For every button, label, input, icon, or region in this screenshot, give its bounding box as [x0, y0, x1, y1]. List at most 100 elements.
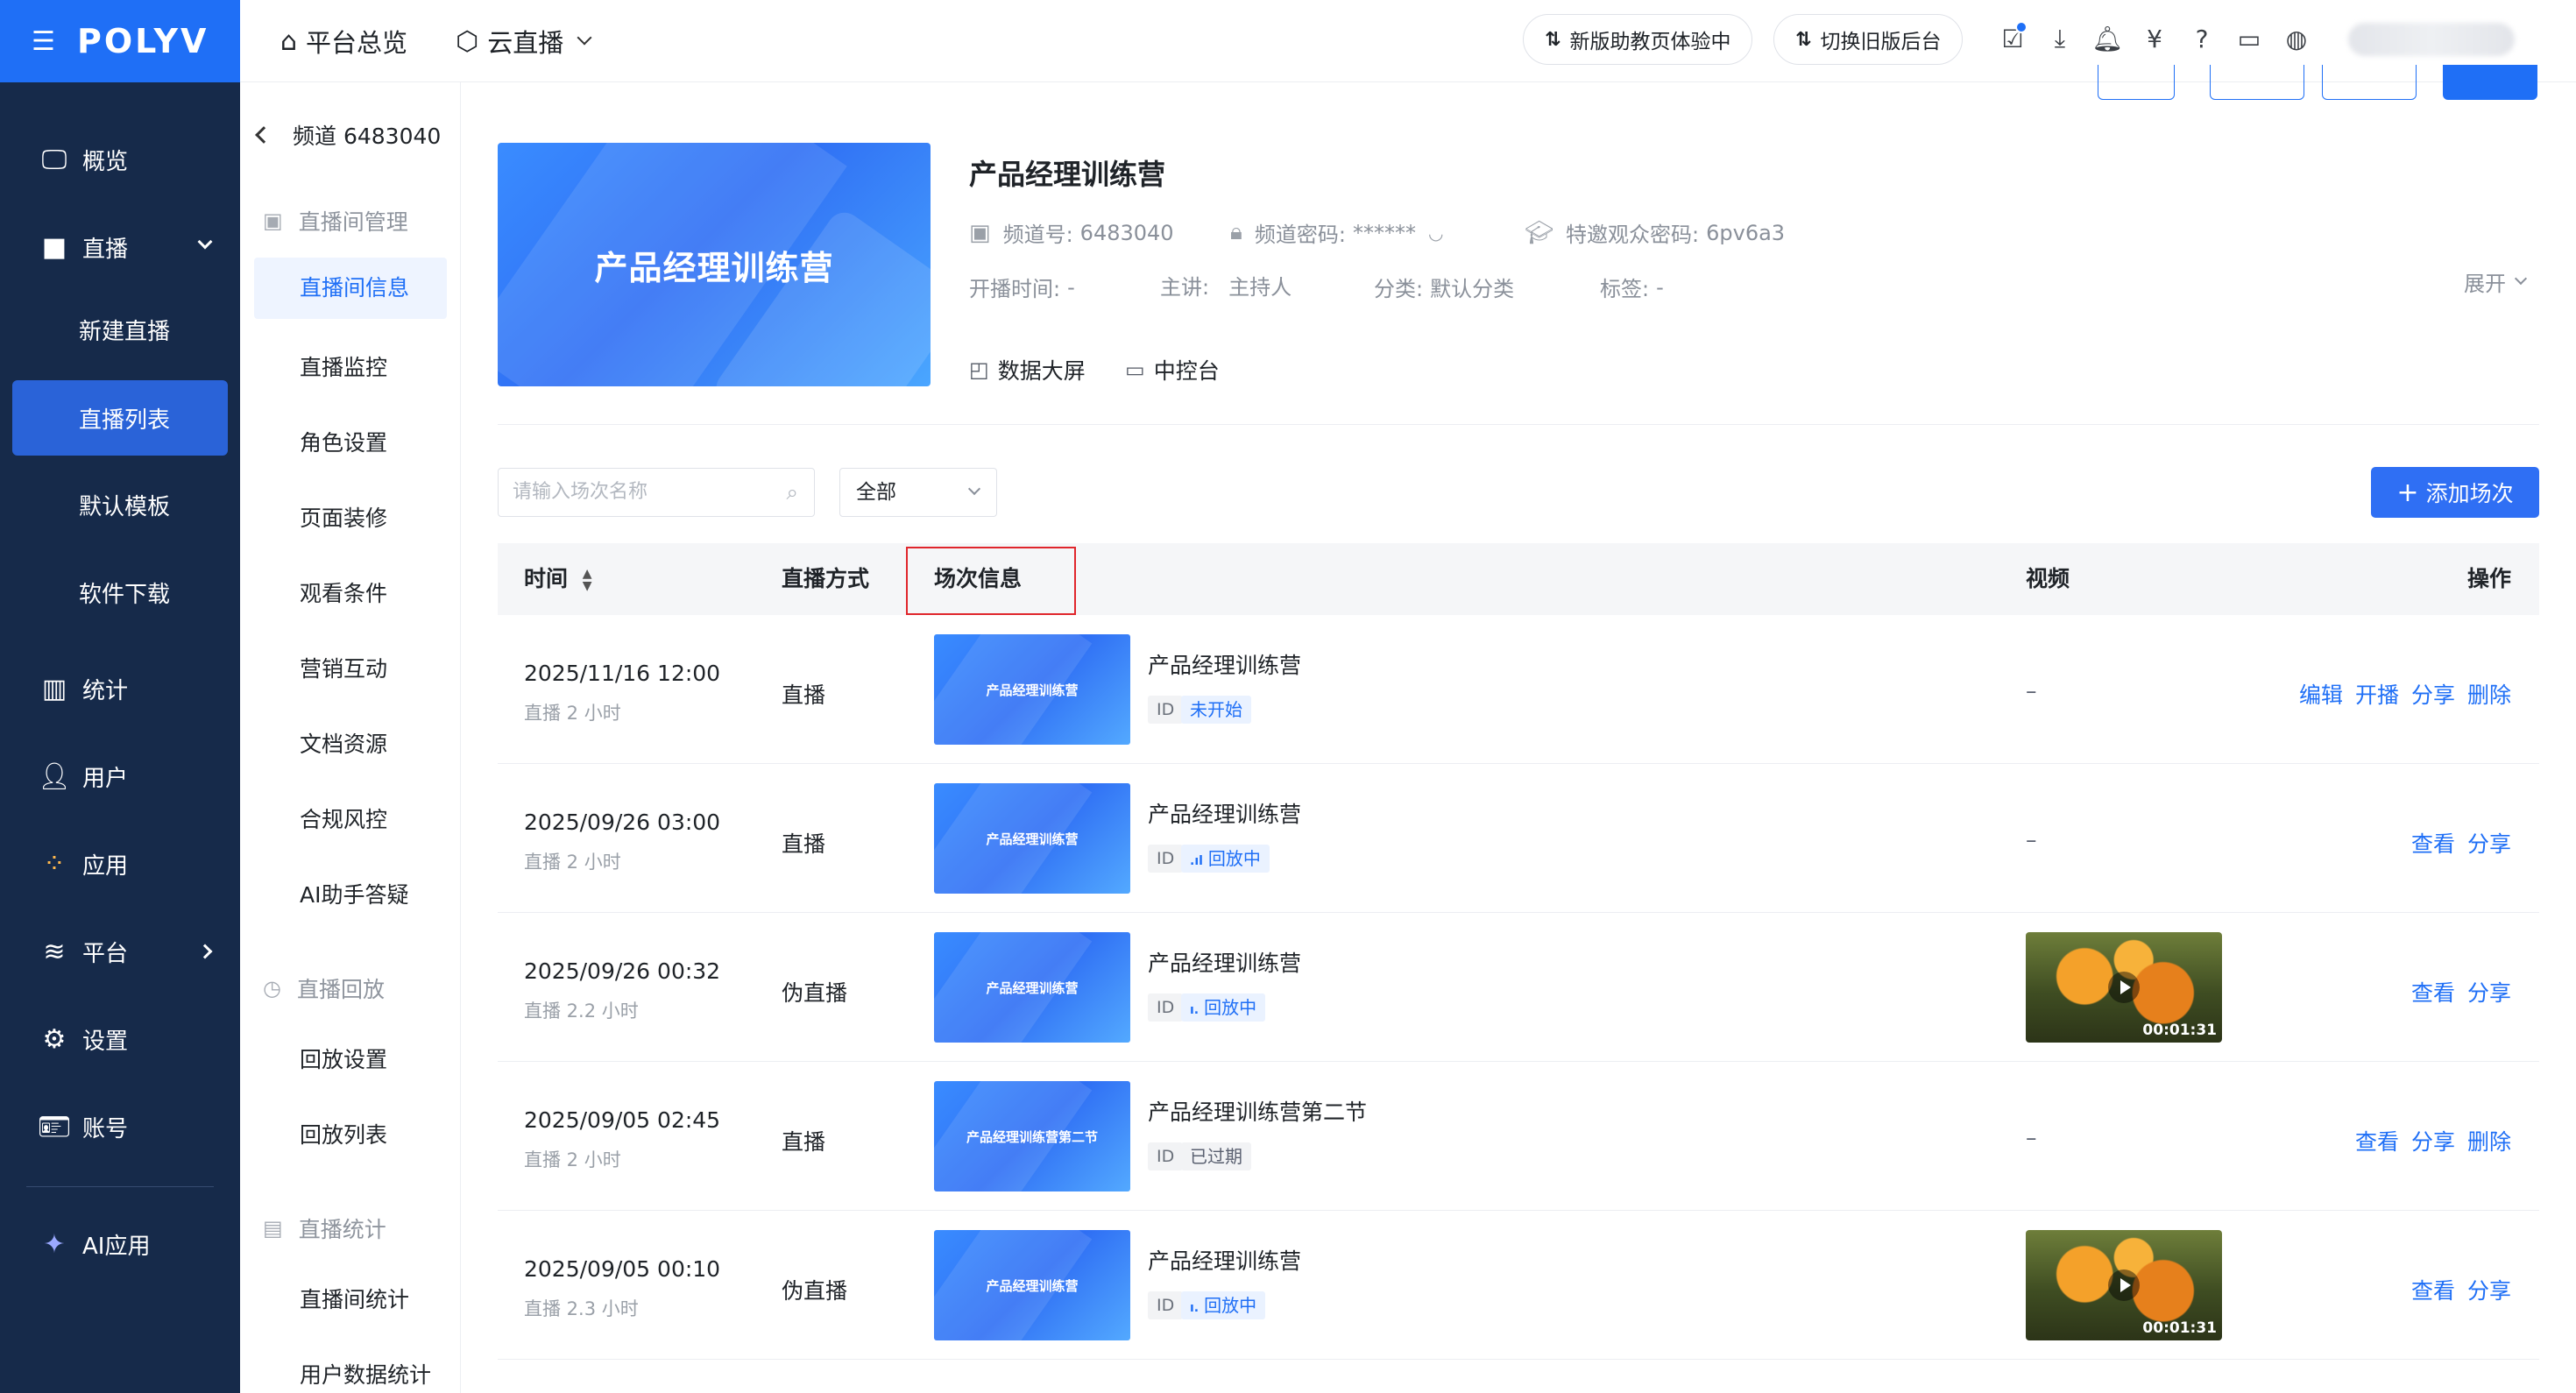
subnav-item-page-decoration[interactable]: 页面装修	[300, 501, 387, 533]
subnav-item-replay-settings[interactable]: 回放设置	[300, 1043, 387, 1074]
globe-icon[interactable]: ◍	[2273, 21, 2320, 56]
dashboard-icon: ◰	[969, 357, 989, 382]
action-link[interactable]: 删除	[2467, 678, 2511, 710]
subnav-label: 页面装修	[300, 506, 388, 531]
subnav-item-ai-assistant[interactable]: AI助手答疑	[300, 878, 408, 909]
action-link[interactable]: 查看	[2355, 1125, 2399, 1156]
subnav-item-room-stats[interactable]: 直播间统计	[300, 1283, 409, 1314]
sidebar-item-statistics[interactable]: ▥ 统计	[0, 645, 240, 732]
meta-label: 分类:	[1374, 277, 1424, 301]
subnav-item-role-settings[interactable]: 角色设置	[300, 426, 387, 457]
search-icon: ⌕	[786, 480, 798, 505]
sidebar-item-overview[interactable]: 🖵︎ 概览	[0, 116, 240, 203]
subnav-item-live-monitor[interactable]: 直播监控	[300, 350, 387, 382]
subnav-item-live-room-info[interactable]: 直播间信息	[254, 258, 447, 319]
sort-icon[interactable]: ▲ ▼	[583, 568, 592, 592]
subnav-item-docs[interactable]: 文档资源	[300, 727, 387, 759]
data-screen-link[interactable]: ◰ 数据大屏	[969, 354, 1086, 385]
session-thumbnail[interactable]: 产品经理训练营	[934, 634, 1130, 745]
subnav-item-replay-list[interactable]: 回放列表	[300, 1118, 387, 1149]
sidebar-item-platform[interactable]: ≋ 平台	[0, 908, 240, 995]
search-placeholder: 请输入场次名称	[513, 481, 648, 503]
action-link[interactable]: 查看	[2411, 827, 2455, 859]
row-actions: 查看 分享 删除	[2355, 1125, 2511, 1156]
action-link[interactable]: 开播	[2355, 678, 2399, 710]
sidebar-item-new-live[interactable]: 新建直播	[0, 286, 240, 373]
action-link[interactable]: 分享	[2467, 976, 2511, 1008]
sidebar-item-ai-apps[interactable]: ✦ AI应用	[0, 1200, 240, 1288]
group-label: 直播间管理	[298, 209, 408, 235]
eye-closed-icon[interactable]: ◡	[1428, 223, 1443, 244]
session-thumbnail[interactable]: 产品经理训练营第二节	[934, 1081, 1130, 1191]
preview-button[interactable]	[2098, 65, 2175, 100]
session-thumbnail[interactable]: 产品经理训练营	[934, 1230, 1130, 1340]
action-link[interactable]: 编辑	[2299, 678, 2343, 710]
id-tag[interactable]: ID	[1148, 845, 1184, 873]
task-icon[interactable]: ☑	[1989, 21, 2036, 56]
control-console-link[interactable]: ▭ 中控台	[1125, 354, 1220, 385]
play-icon[interactable]	[2108, 1269, 2140, 1301]
sidebar-item-live[interactable]: ■ 直播	[0, 203, 240, 291]
sidebar-item-live-list[interactable]: 直播列表	[12, 380, 228, 456]
download-icon[interactable]: ⤓	[2036, 21, 2084, 56]
sidebar-item-settings[interactable]: ⚙ 设置	[0, 995, 240, 1083]
expand-toggle[interactable]: 展开	[2464, 266, 2528, 297]
edit-button[interactable]	[2210, 65, 2304, 100]
action-link[interactable]: 查看	[2411, 976, 2455, 1008]
action-link[interactable]: 查看	[2411, 1274, 2455, 1305]
action-link[interactable]: 分享	[2467, 827, 2511, 859]
id-tag[interactable]: ID	[1148, 993, 1184, 1022]
action-link[interactable]: 分享	[2411, 678, 2455, 710]
session-time: 2025/11/16 12:00	[524, 661, 721, 686]
id-tag[interactable]: ID	[1148, 696, 1184, 724]
column-time[interactable]: 时间 ▲ ▼	[524, 543, 592, 615]
add-session-button[interactable]: + 添加场次	[2371, 467, 2539, 518]
logo-area[interactable]: ☰ POLYV	[0, 0, 240, 82]
share-button[interactable]	[2322, 65, 2417, 100]
action-link[interactable]: 删除	[2467, 1125, 2511, 1156]
subnav-item-user-stats[interactable]: 用户数据统计	[300, 1358, 431, 1389]
action-link[interactable]: 分享	[2467, 1274, 2511, 1305]
session-thumbnail[interactable]: 产品经理训练营	[934, 783, 1130, 894]
switch-icon: ⇅	[1795, 28, 1812, 51]
bell-icon[interactable]: 🔔︎	[2084, 21, 2131, 56]
session-name: 产品经理训练营	[1148, 653, 1302, 678]
help-icon[interactable]: ?	[2178, 21, 2226, 56]
select-value: 全部	[856, 481, 896, 504]
yen-icon[interactable]: ¥	[2131, 21, 2178, 56]
session-thumbnail[interactable]: 产品经理训练营	[934, 932, 1130, 1043]
nav-cloud-live[interactable]: ⬡ 云直播	[456, 0, 592, 82]
new-assistant-button[interactable]: ⇅ 新版助教页体验中	[1523, 14, 1753, 65]
sidebar-item-users[interactable]: 👤︎ 用户	[0, 732, 240, 820]
sidebar-item-label: 默认模板	[79, 493, 171, 520]
code-icon[interactable]: ▭	[2226, 21, 2273, 56]
menu-icon[interactable]: ☰	[32, 26, 61, 57]
id-tag[interactable]: ID	[1148, 1291, 1184, 1319]
table-header: 时间 ▲ ▼ 直播方式 场次信息 视频 操作	[498, 543, 2539, 615]
user-account[interactable]	[2348, 23, 2515, 56]
channel-back-link[interactable]: 频道 6483040	[255, 119, 441, 151]
session-search-input[interactable]: 请输入场次名称 ⌕	[498, 468, 815, 517]
subnav-label: 回放设置	[300, 1047, 388, 1072]
meta-value: -	[1067, 274, 1075, 300]
chevron-right-icon	[197, 944, 213, 959]
id-tag[interactable]: ID	[1148, 1142, 1184, 1170]
status-select[interactable]: 全部	[839, 468, 997, 517]
subnav-item-compliance[interactable]: 合规风控	[300, 803, 387, 834]
sidebar-item-account[interactable]: 🪪︎ 账号	[0, 1083, 240, 1170]
video-thumbnail[interactable]: 00:01:31	[2026, 1230, 2222, 1340]
subnav-item-marketing[interactable]: 营销互动	[300, 652, 387, 683]
play-icon[interactable]	[2108, 972, 2140, 1003]
sidebar-item-default-template[interactable]: 默认模板	[0, 461, 240, 548]
subnav-item-watch-conditions[interactable]: 观看条件	[300, 576, 387, 608]
nav-label: 云直播	[487, 28, 564, 58]
action-link[interactable]: 分享	[2411, 1125, 2455, 1156]
video-thumbnail[interactable]: 00:01:31	[2026, 932, 2222, 1043]
nav-platform-overview[interactable]: ⌂ 平台总览	[280, 0, 407, 82]
sidebar-item-apps[interactable]: ⁘ 应用	[0, 820, 240, 908]
start-live-button[interactable]	[2443, 65, 2537, 100]
video-duration: 00:01:31	[2142, 1319, 2217, 1337]
meta-value: 6pv6a3	[1706, 220, 1786, 245]
sidebar-item-software-download[interactable]: 软件下载	[0, 548, 240, 636]
switch-old-version-button[interactable]: ⇅ 切换旧版后台	[1773, 14, 1964, 65]
